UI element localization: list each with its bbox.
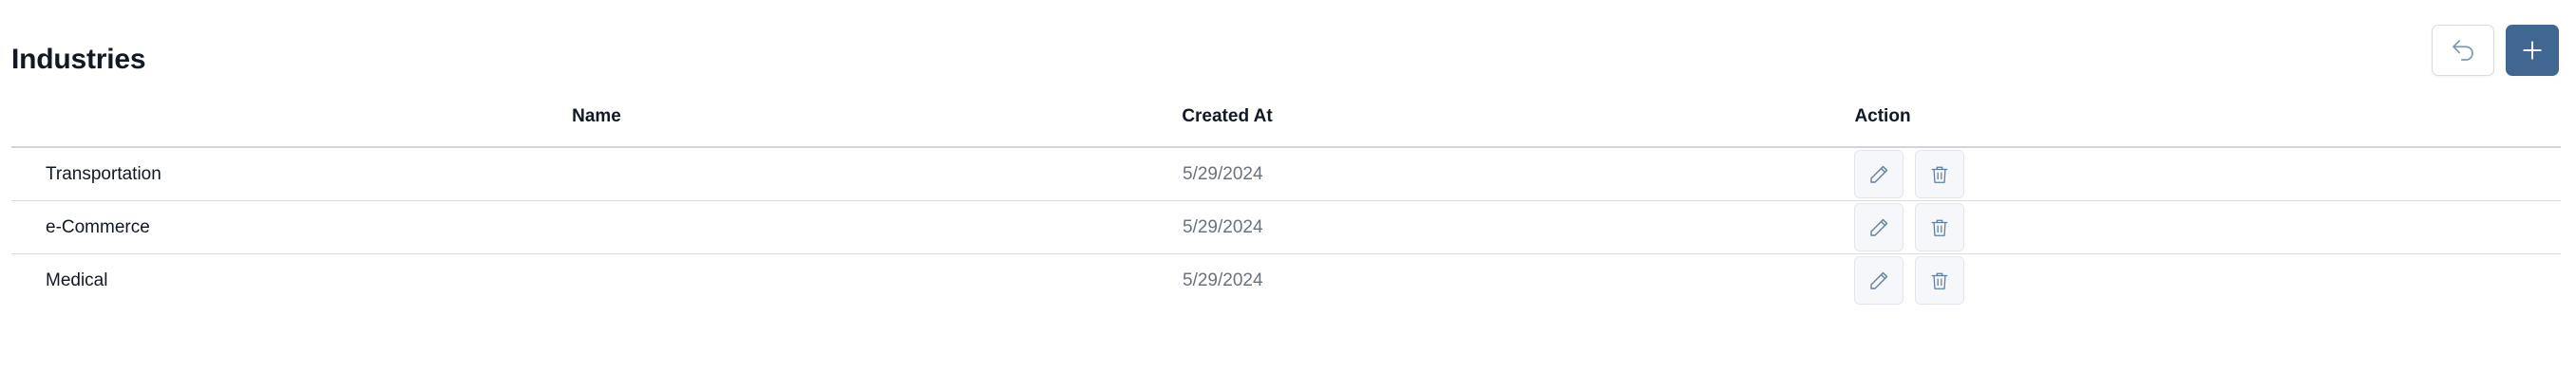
pencil-icon — [1867, 216, 1890, 239]
plus-icon — [2520, 38, 2545, 63]
created-at: 5/29/2024 — [1183, 164, 1263, 184]
trash-icon — [1929, 217, 1950, 238]
header-actions — [2432, 25, 2559, 76]
row-actions — [1854, 150, 1964, 198]
edit-button[interactable] — [1854, 256, 1904, 305]
table-row: Medical 5/29/2024 — [11, 254, 2561, 307]
created-at: 5/29/2024 — [1183, 270, 1263, 290]
add-industry-button[interactable] — [2506, 25, 2559, 76]
pencil-icon — [1867, 270, 1890, 292]
created-at: 5/29/2024 — [1183, 217, 1263, 237]
trash-icon — [1929, 164, 1950, 185]
back-button[interactable] — [2432, 25, 2494, 76]
row-actions — [1854, 203, 1964, 251]
row-actions — [1854, 256, 1964, 305]
table-row: e-Commerce 5/29/2024 — [11, 201, 2561, 254]
column-header-name[interactable]: Name — [572, 106, 621, 127]
column-header-created-at[interactable]: Created At — [1182, 106, 1272, 127]
pencil-icon — [1867, 163, 1890, 186]
industries-page: Industries Name Created At Action Transp… — [0, 0, 2576, 391]
table-row: Transportation 5/29/2024 — [11, 148, 2561, 201]
edit-button[interactable] — [1854, 203, 1904, 251]
undo-arrow-icon — [2449, 36, 2477, 65]
trash-icon — [1929, 270, 1950, 291]
page-title: Industries — [11, 44, 146, 75]
industry-name: Transportation — [46, 164, 161, 184]
delete-button[interactable] — [1915, 150, 1964, 198]
delete-button[interactable] — [1915, 256, 1964, 305]
industries-table: Name Created At Action Transportation 5/… — [11, 93, 2561, 307]
industry-name: Medical — [46, 270, 108, 290]
delete-button[interactable] — [1915, 203, 1964, 251]
table-header: Name Created At Action — [11, 93, 2561, 148]
edit-button[interactable] — [1854, 150, 1904, 198]
industry-name: e-Commerce — [46, 217, 150, 237]
column-header-action: Action — [1854, 106, 1911, 126]
